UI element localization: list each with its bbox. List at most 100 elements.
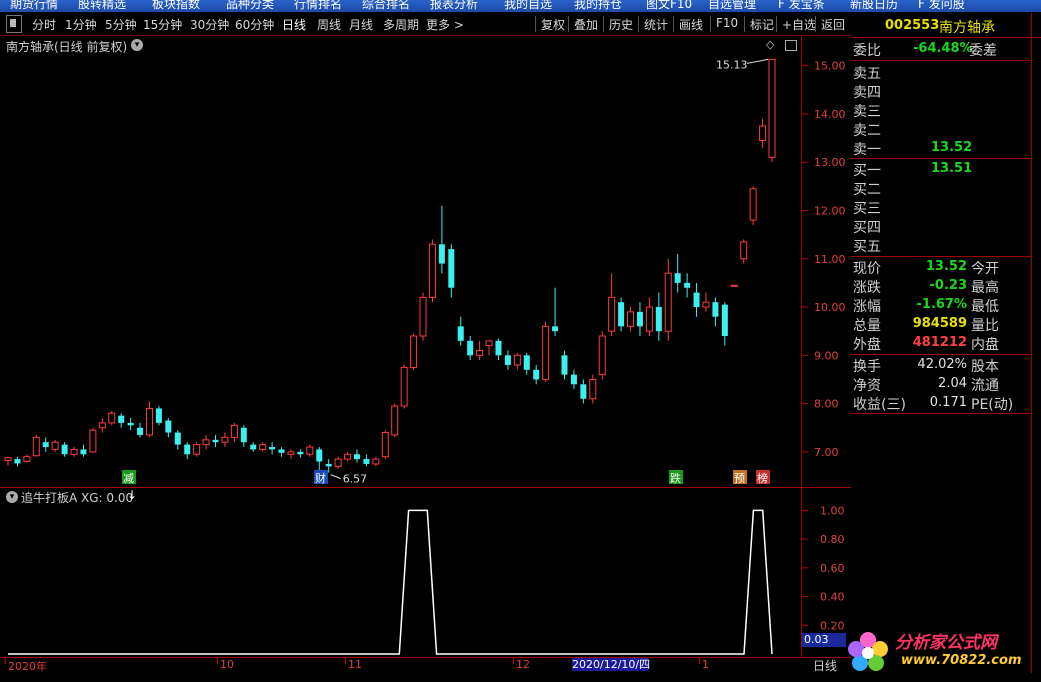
toolbar-action-1[interactable]: 叠加: [574, 16, 598, 33]
top-menu-item[interactable]: 板块指数: [152, 0, 200, 12]
candle: [363, 454, 370, 467]
quote-divider: [851, 413, 1031, 414]
toolbar-period-5[interactable]: 60分钟: [235, 16, 274, 33]
candle-body: [580, 384, 587, 399]
toolbar-period-10[interactable]: 更多 >: [426, 16, 464, 33]
candle: [410, 333, 418, 370]
top-menu-item[interactable]: 自选管理: [708, 0, 756, 12]
top-menu-item[interactable]: 行情排名: [294, 0, 342, 12]
toolbar-action-8[interactable]: 返回: [821, 16, 845, 33]
top-menu-item[interactable]: 我的持仓: [574, 0, 622, 12]
toggle-panel-icon[interactable]: [6, 15, 22, 33]
toolbar-period-3[interactable]: 15分钟: [143, 16, 182, 33]
candle-body: [80, 449, 87, 455]
candle-body: [533, 369, 540, 380]
toolbar-action-3[interactable]: 统计: [644, 16, 668, 33]
candle: [428, 239, 436, 303]
candle: [334, 456, 342, 469]
cursor-date: 2020/12/10/四: [572, 658, 651, 671]
candle: [250, 442, 257, 452]
toolbar-period-6[interactable]: 日线: [282, 16, 306, 33]
candle: [523, 352, 530, 375]
toolbar-period-0[interactable]: 分时: [32, 16, 56, 33]
toolbar-action-7[interactable]: +自选: [782, 16, 816, 33]
indicator-current-value: 0.03: [802, 633, 846, 647]
buy-level-label: 买四: [853, 220, 881, 236]
candle: [721, 302, 728, 346]
candle: [61, 442, 68, 457]
toolbar-period-7[interactable]: 周线: [317, 16, 341, 33]
x-tick-label: 12: [516, 658, 530, 671]
watermark-title: 分析家公式网: [895, 633, 997, 653]
candle: [155, 406, 162, 426]
candle: [570, 369, 577, 390]
top-menu-item[interactable]: F 发宝条: [778, 0, 825, 12]
y-tick-label: 7.00: [814, 446, 839, 459]
candle: [230, 422, 238, 443]
toolbar-period-4[interactable]: 30分钟: [190, 16, 229, 33]
x-tick-mark: [345, 658, 346, 664]
candle: [730, 284, 738, 287]
toolbar-period-1[interactable]: 1分钟: [65, 16, 97, 33]
stock-code: 002553: [885, 18, 940, 33]
candle: [89, 427, 97, 453]
candle: [438, 205, 445, 274]
toolbar-action-6[interactable]: 标记: [750, 16, 774, 33]
candle-body: [684, 282, 691, 288]
event-marker-label[interactable]: 榜: [757, 471, 768, 485]
candle: [4, 456, 12, 466]
candlestick-chart[interactable]: 15.00 14.00 13.00 12.00 11.00 10.00 9.00 8.00 7.…: [0, 36, 851, 488]
top-menu-item[interactable]: 期货行情: [10, 0, 58, 12]
candle-body: [428, 243, 436, 298]
candle: [212, 434, 219, 448]
candle: [32, 434, 40, 457]
event-marker-label[interactable]: 减: [123, 472, 134, 485]
candle: [645, 297, 653, 336]
candle: [542, 321, 550, 382]
x-axis: 2020年 10 11 12 1: [0, 658, 801, 678]
candle: [202, 434, 210, 450]
toolbar-separator: [638, 16, 639, 32]
candle-body: [410, 335, 418, 368]
toolbar-period-2[interactable]: 5分钟: [105, 16, 137, 33]
candle-body: [457, 326, 464, 341]
event-marker-label[interactable]: 跌: [670, 471, 681, 485]
high-label: 15.13: [716, 58, 748, 71]
toolbar-separator: [744, 16, 745, 32]
top-menu-item[interactable]: 我的自选: [504, 0, 552, 12]
fund-label: 净资: [853, 378, 881, 394]
candle-body: [552, 326, 559, 332]
top-menu-item[interactable]: 图文F10: [646, 0, 692, 12]
event-marker-label[interactable]: 财: [315, 471, 326, 485]
toolbar-action-0[interactable]: 复权: [541, 16, 565, 33]
candle-body: [4, 457, 12, 462]
candle-body: [14, 459, 21, 464]
top-menu-item[interactable]: 报表分析: [430, 0, 478, 12]
toolbar-separator: [568, 16, 569, 32]
top-menu-item[interactable]: 新股日历: [850, 0, 898, 12]
toolbar-period-8[interactable]: 月线: [349, 16, 373, 33]
y-tick-label: 11.00: [814, 253, 846, 266]
stat-value: 984589: [912, 316, 967, 331]
toolbar-period-9[interactable]: 多周期: [383, 16, 419, 33]
indicator-y-tick-label: 0.60: [820, 562, 845, 575]
top-menu-item[interactable]: 股转精选: [78, 0, 126, 12]
candle: [749, 186, 757, 225]
top-menu-item[interactable]: 综合排名: [362, 0, 410, 12]
toolbar-action-5[interactable]: F10: [716, 16, 738, 30]
fund-label: 换手: [853, 359, 881, 375]
candle: [712, 297, 719, 327]
candle-body: [287, 451, 295, 455]
candle: [165, 418, 172, 438]
toolbar-separator: [535, 16, 536, 32]
candle-body: [23, 456, 31, 463]
event-marker-label[interactable]: 预: [734, 472, 745, 485]
x-tick-mark: [513, 658, 514, 664]
top-menu-item[interactable]: F 发问股: [918, 0, 965, 12]
top-menu-item[interactable]: 品种分类: [226, 0, 274, 12]
toolbar-action-4[interactable]: 画线: [679, 16, 703, 33]
weibi-label: 委比: [853, 43, 881, 59]
toolbar-separator: [603, 16, 604, 32]
toolbar-action-2[interactable]: 历史: [609, 16, 633, 33]
period-label[interactable]: 日线: [813, 657, 837, 674]
